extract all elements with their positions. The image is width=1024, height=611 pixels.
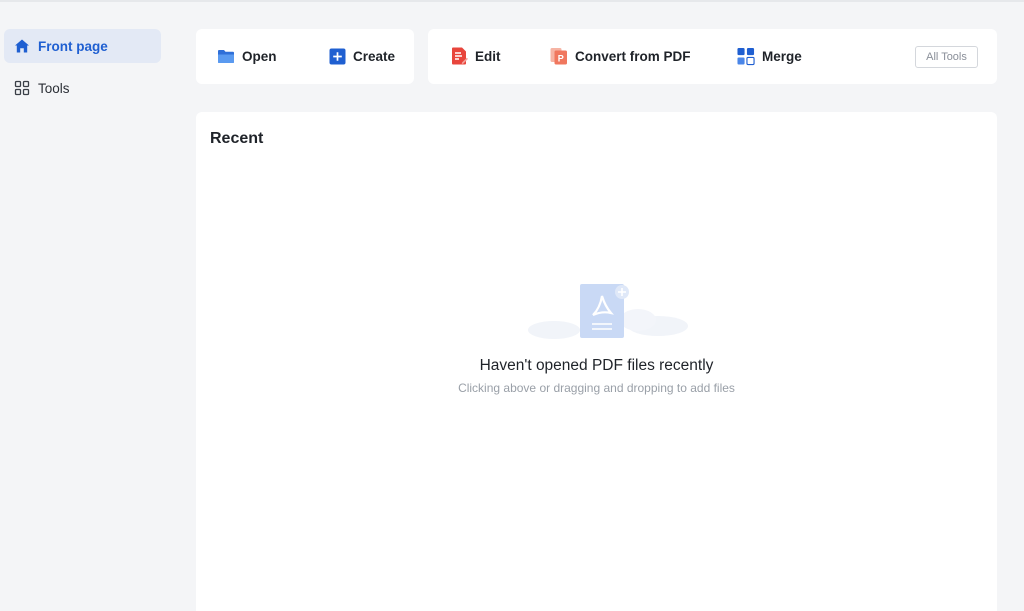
home-icon xyxy=(14,38,30,54)
convert-from-pdf-button[interactable]: P Convert from PDF xyxy=(550,45,691,67)
toolbar-pdf-tools: Edit P Convert from PDF Merge All Tools xyxy=(428,29,997,84)
recent-title: Recent xyxy=(210,130,264,147)
all-tools-button[interactable]: All Tools xyxy=(915,46,978,68)
sidebar-item-front-page[interactable]: Front page xyxy=(4,29,161,63)
empty-state-subtitle: Clicking above or dragging and dropping … xyxy=(458,381,735,395)
empty-pdf-illustration-icon xyxy=(526,282,688,340)
merge-icon xyxy=(737,47,755,65)
open-button[interactable]: Open xyxy=(217,45,277,67)
grid-icon xyxy=(14,80,30,96)
edit-document-icon xyxy=(450,47,468,65)
create-button[interactable]: Create xyxy=(328,45,395,67)
edit-button[interactable]: Edit xyxy=(450,45,501,67)
svg-text:P: P xyxy=(558,53,564,63)
folder-icon xyxy=(217,47,235,65)
recent-panel: Recent Haven't opened PDF files recently… xyxy=(196,112,997,611)
empty-state-title: Haven't opened PDF files recently xyxy=(479,357,714,374)
plus-square-icon xyxy=(328,47,346,65)
merge-button[interactable]: Merge xyxy=(737,45,802,67)
convert-ppt-icon: P xyxy=(550,47,568,65)
sidebar-item-label: Front page xyxy=(38,38,108,54)
sidebar-item-label: Tools xyxy=(38,80,70,96)
sidebar: Front page Tools xyxy=(0,2,168,611)
toolbar-file-actions: Open Create xyxy=(196,29,414,84)
sidebar-item-tools[interactable]: Tools xyxy=(4,71,161,105)
